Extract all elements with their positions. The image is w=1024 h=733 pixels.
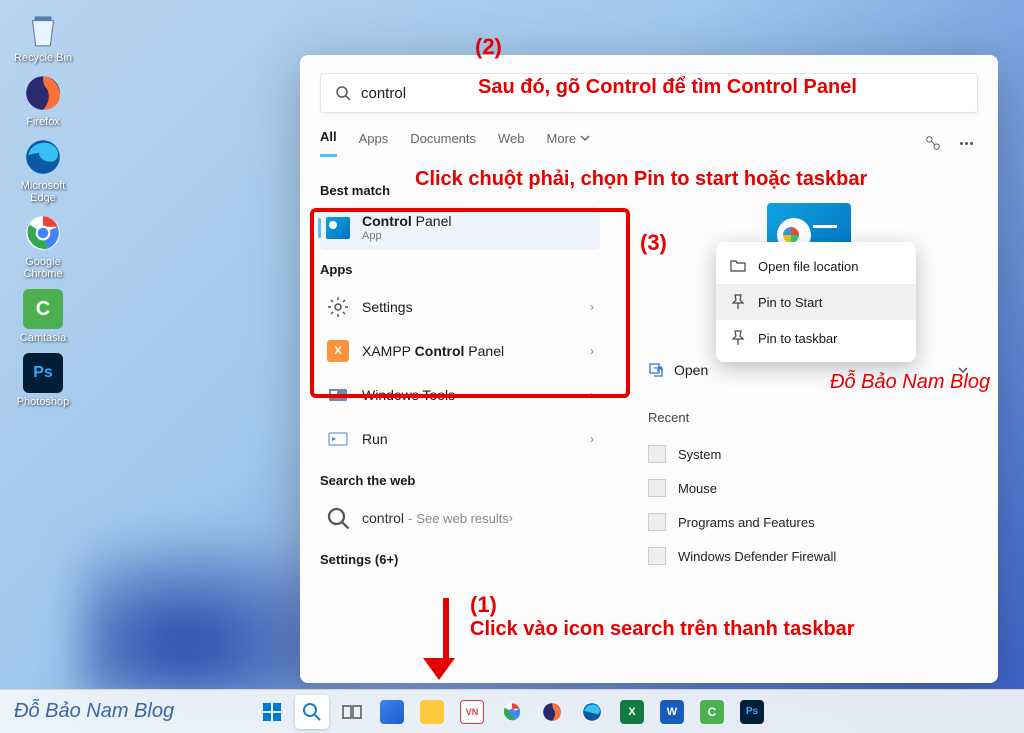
recent-item[interactable]: System: [648, 437, 970, 471]
desktop-icon-label: Google Chrome: [8, 256, 78, 280]
desktop-icon-camtasia[interactable]: C Camtasia: [8, 288, 78, 344]
search-icon: [326, 506, 350, 530]
tab-more[interactable]: More: [547, 131, 591, 156]
taskbar-word[interactable]: W: [655, 695, 689, 729]
annotation-number-2: (2): [475, 34, 502, 60]
desktop-icon-label: Recycle Bin: [14, 52, 72, 64]
ctx-open-file-location[interactable]: Open file location: [716, 248, 916, 284]
desktop-icon-edge[interactable]: Microsoft Edge: [8, 136, 78, 204]
details-pane: Control Panel App Open Recent System Mou…: [620, 163, 998, 683]
tab-documents[interactable]: Documents: [410, 131, 476, 156]
result-settings[interactable]: Settings ›: [320, 285, 600, 329]
xampp-icon: X: [326, 339, 350, 363]
recent-item[interactable]: Mouse: [648, 471, 970, 505]
taskbar-widgets[interactable]: [375, 695, 409, 729]
taskbar: Đỗ Bảo Nam Blog VN X W C Ps: [0, 689, 1024, 733]
taskbar-photoshop[interactable]: Ps: [735, 695, 769, 729]
ctx-pin-to-start[interactable]: Pin to Start: [716, 284, 916, 320]
control-panel-icon: [326, 216, 350, 240]
annotation-step-1: Click vào icon search trên thanh taskbar: [470, 618, 855, 641]
chevron-right-icon: ›: [590, 344, 594, 358]
taskbar-chrome[interactable]: [495, 695, 529, 729]
tab-all[interactable]: All: [320, 129, 337, 157]
result-xampp[interactable]: X XAMPP Control Panel ›: [320, 329, 600, 373]
pin-icon: [730, 330, 746, 346]
annotation-number-3: (3): [640, 230, 667, 256]
chevron-right-icon: ›: [509, 511, 513, 525]
taskbar-camtasia[interactable]: C: [695, 695, 729, 729]
result-control-panel[interactable]: Control Panel App: [320, 206, 600, 250]
annotation-step-3: Click chuột phải, chọn Pin to start hoặc…: [415, 168, 867, 191]
taskbar-search[interactable]: [295, 695, 329, 729]
results-column: Best match Control Panel App Apps Settin…: [300, 163, 620, 683]
taskbar-firefox[interactable]: [535, 695, 569, 729]
desktop-icon-firefox[interactable]: Firefox: [8, 72, 78, 128]
section-apps: Apps: [320, 262, 600, 277]
recent-item-icon: [648, 547, 666, 565]
desktop-icon-recycle-bin[interactable]: Recycle Bin: [8, 8, 78, 64]
desktop: Recycle Bin Firefox Microsoft Edge Googl…: [8, 8, 78, 408]
start-button[interactable]: [255, 695, 289, 729]
search-icon: [335, 85, 351, 101]
gear-icon: [326, 295, 350, 319]
open-button[interactable]: Open: [648, 362, 708, 378]
search-panel: All Apps Documents Web More Best match C…: [300, 55, 998, 683]
annotation-arrow: [436, 598, 455, 680]
pin-icon: [730, 294, 746, 310]
chevron-right-icon: ›: [590, 388, 594, 402]
desktop-icon-chrome[interactable]: Google Chrome: [8, 212, 78, 280]
taskbar-edge[interactable]: [575, 695, 609, 729]
chevron-right-icon: ›: [590, 432, 594, 446]
recent-item[interactable]: Windows Defender Firewall: [648, 539, 970, 573]
section-settings-more[interactable]: Settings (6+): [320, 552, 600, 567]
result-windows-tools[interactable]: Windows Tools ›: [320, 373, 600, 417]
recent-heading: Recent: [648, 410, 970, 425]
result-web-search[interactable]: control - See web results ›: [320, 496, 600, 540]
desktop-icon-label: Photoshop: [17, 396, 70, 408]
taskbar-blog-name: Đỗ Bảo Nam Blog: [14, 700, 174, 723]
recent-item-icon: [648, 479, 666, 497]
watermark: Đỗ Bảo Nam Blog: [830, 371, 990, 394]
tools-icon: [326, 383, 350, 407]
desktop-icon-label: Firefox: [26, 116, 60, 128]
search-tabs: All Apps Documents Web More: [300, 123, 998, 163]
chevron-right-icon: ›: [590, 300, 594, 314]
recent-item-icon: [648, 445, 666, 463]
result-run[interactable]: Run ›: [320, 417, 600, 461]
recent-item-icon: [648, 513, 666, 531]
desktop-icon-label: Camtasia: [20, 332, 66, 344]
annotation-number-1: (1): [470, 592, 497, 618]
feedback-icon[interactable]: [924, 134, 942, 152]
taskbar-task-view[interactable]: [335, 695, 369, 729]
run-icon: [326, 427, 350, 451]
annotation-step-2: Sau đó, gõ Control để tìm Control Panel: [478, 76, 857, 99]
recent-item[interactable]: Programs and Features: [648, 505, 970, 539]
ctx-pin-to-taskbar[interactable]: Pin to taskbar: [716, 320, 916, 356]
open-icon: [648, 362, 664, 378]
desktop-icon-photoshop[interactable]: Ps Photoshop: [8, 352, 78, 408]
more-icon[interactable]: [960, 134, 978, 152]
desktop-icon-label: Microsoft Edge: [8, 180, 78, 204]
tab-web[interactable]: Web: [498, 131, 525, 156]
taskbar-explorer[interactable]: [415, 695, 449, 729]
folder-icon: [730, 258, 746, 274]
context-menu: Open file location Pin to Start Pin to t…: [716, 242, 916, 362]
taskbar-unikey[interactable]: VN: [455, 695, 489, 729]
section-search-web: Search the web: [320, 473, 600, 488]
taskbar-excel[interactable]: X: [615, 695, 649, 729]
tab-apps[interactable]: Apps: [359, 131, 389, 156]
